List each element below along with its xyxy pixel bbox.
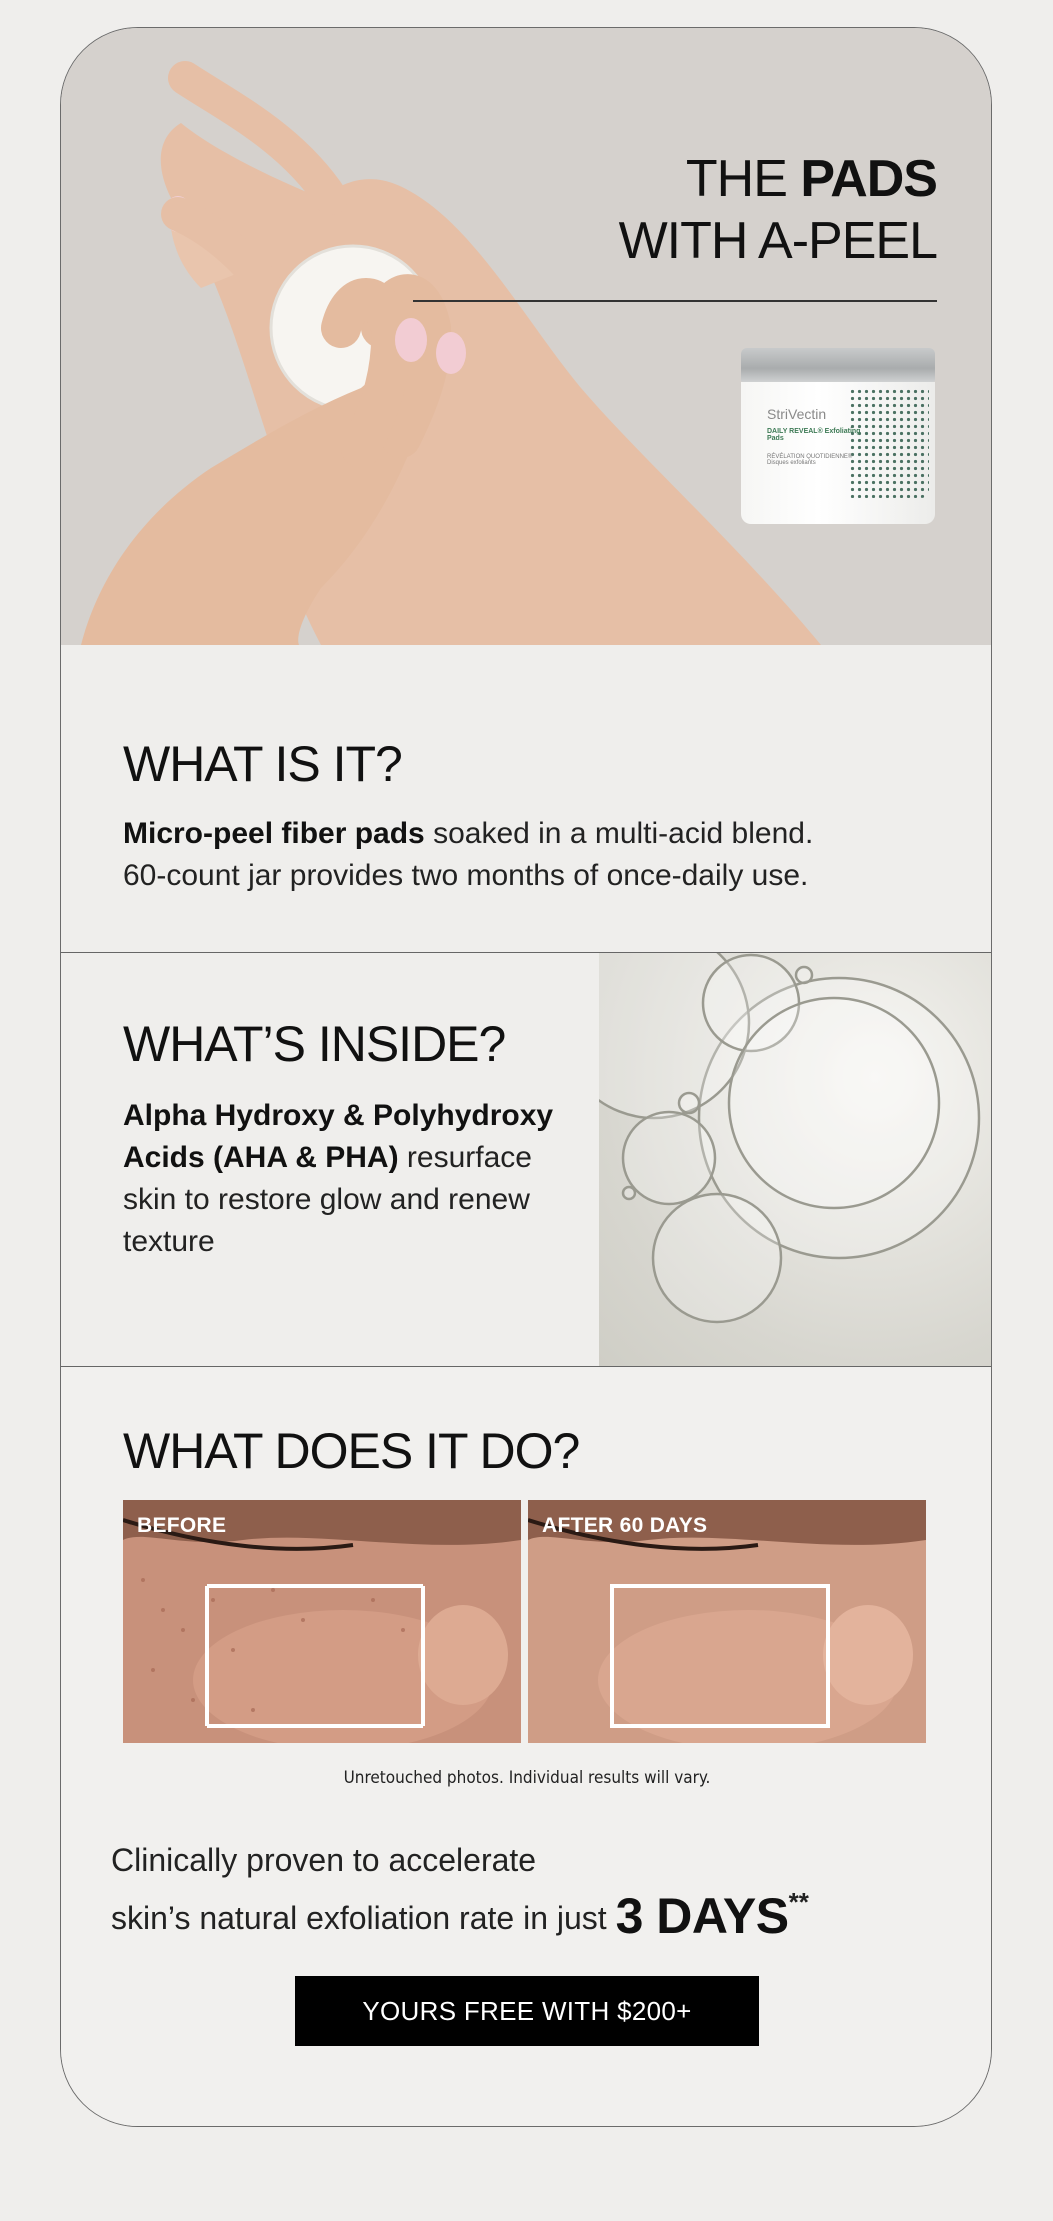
what-is-it-rest: soaked in a multi-acid blend.: [424, 817, 814, 850]
what-is-it-line2: 60-count jar provides two months of once…: [123, 859, 809, 892]
after-photo: AFTER 60 DAYS: [528, 1500, 926, 1743]
claim-line1: Clinically proven to accelerate: [111, 1842, 537, 1878]
bubbles-image: [557, 926, 991, 1367]
claim-line2: skin’s natural exfoliation rate in just: [111, 1900, 616, 1936]
jar-product-name: DAILY REVEAL® Exfoliating Pads: [767, 428, 861, 442]
whats-inside-section: WHAT’S INSIDE? Alpha Hydroxy & Polyhydro…: [61, 926, 991, 1367]
what-is-it-text: Micro-peel fiber pads soaked in a multi-…: [123, 813, 953, 897]
after-label: AFTER 60 DAYS: [542, 1514, 708, 1537]
whats-inside-text: Alpha Hydroxy & Polyhydroxy Acids (AHA &…: [123, 1095, 563, 1263]
product-jar-image: StriVectin DAILY REVEAL® Exfoliating Pad…: [741, 348, 935, 524]
hand-with-pad-illustration: [81, 61, 821, 645]
promo-card: THE PADS WITH A-PEEL StriVectin DAILY RE…: [60, 27, 992, 2127]
hero-title-light: THE: [685, 150, 801, 208]
hero-section: THE PADS WITH A-PEEL StriVectin DAILY RE…: [61, 28, 991, 645]
hero-title-bold: PADS: [800, 150, 938, 208]
jar-lid: [741, 348, 935, 382]
what-does-it-do-heading: WHAT DOES IT DO?: [123, 1423, 580, 1479]
what-is-it-heading: WHAT IS IT?: [123, 736, 403, 792]
hero-title-line2: WITH A-PEEL: [618, 212, 938, 270]
what-is-it-bold: Micro-peel fiber pads: [123, 817, 425, 850]
jar-pattern: [849, 388, 929, 498]
hero-title: THE PADS WITH A-PEEL: [618, 148, 938, 272]
jar-brand-logo: StriVectin: [767, 406, 827, 422]
hero-divider: [413, 300, 937, 302]
free-gift-cta-button[interactable]: YOURS FREE WITH $200+: [295, 1976, 759, 2046]
what-is-it-section: WHAT IS IT? Micro-peel fiber pads soaked…: [61, 645, 991, 953]
jar-product-name-fr: RÉVÉLATION QUOTIDIENNE® Disques exfolian…: [767, 454, 853, 466]
before-photo: BEFORE: [123, 1500, 521, 1743]
before-label: BEFORE: [137, 1514, 227, 1537]
claim-highlight: 3 DAYS: [615, 1888, 790, 1944]
what-does-it-do-section: WHAT DOES IT DO? BEFORE AFTER 60 DAYS Un…: [61, 1367, 991, 2126]
clinical-claim: Clinically proven to accelerate skin’s n…: [111, 1839, 809, 1941]
whats-inside-heading: WHAT’S INSIDE?: [123, 1016, 506, 1072]
claim-footnote-mark: **: [788, 1887, 809, 1917]
bubbles-illustration: [557, 926, 981, 1324]
results-disclaimer: Unretouched photos. Individual results w…: [343, 1768, 711, 1788]
